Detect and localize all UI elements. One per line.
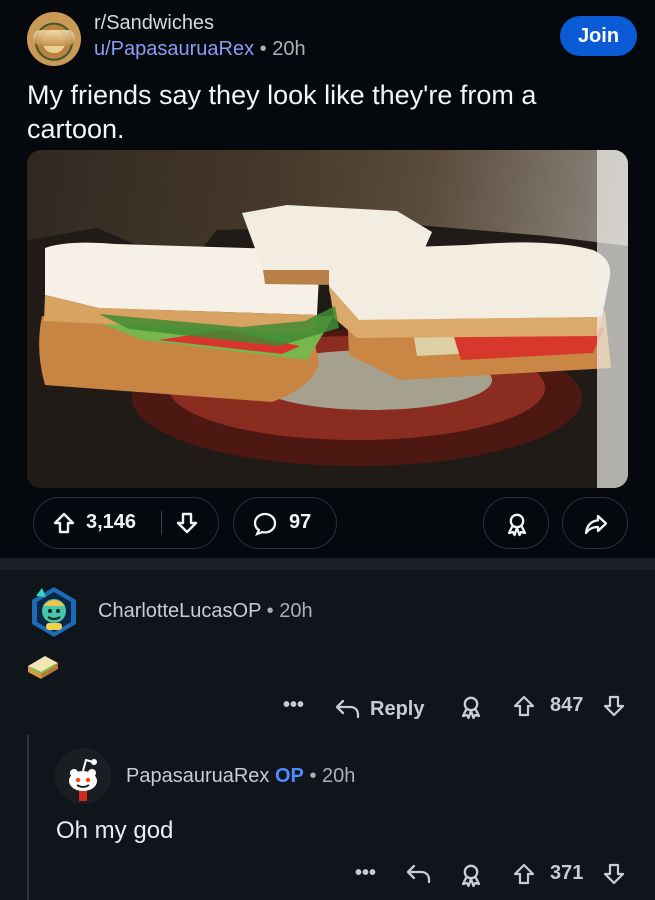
comment-author-papasaurus: PapasauruaRex OP • 20h <box>126 765 355 788</box>
upvote-icon <box>512 694 536 718</box>
downvote-icon <box>602 862 626 886</box>
comment-age: 20h <box>279 600 313 622</box>
join-button[interactable]: Join <box>560 16 637 56</box>
vote-count: 3,146 <box>86 511 137 533</box>
comment-body: Oh my god <box>56 817 174 844</box>
author-separator: • <box>259 38 267 60</box>
comment-pill[interactable]: 97 <box>233 497 337 549</box>
comment-author-name[interactable]: PapasauruaRex <box>126 765 269 787</box>
comment-icon <box>252 511 278 537</box>
subreddit-avatar[interactable] <box>27 12 81 66</box>
sandwich-emoji <box>25 652 61 687</box>
comment-author-charlotte: CharlotteLucasOP • 20h <box>98 600 313 623</box>
post-title[interactable]: My friends say they look like they're fr… <box>27 78 617 146</box>
downvote-icon <box>602 694 626 718</box>
reply-label: Reply <box>370 697 425 720</box>
comment-upvote-button[interactable] <box>512 862 536 892</box>
comment-avatar-papasaurus[interactable] <box>55 748 111 804</box>
comment-score: 847 <box>550 694 584 716</box>
post-image[interactable] <box>27 150 628 488</box>
comment-downvote-button[interactable] <box>602 862 626 892</box>
upvote-icon[interactable] <box>52 511 76 535</box>
upvote-icon <box>512 862 536 886</box>
comment-more-button[interactable]: ••• <box>355 862 376 892</box>
op-badge: OP <box>275 765 304 787</box>
comment-age: 20h <box>322 765 356 787</box>
comment-reply-button[interactable]: Reply <box>334 694 424 724</box>
downvote-icon[interactable] <box>175 511 199 535</box>
comment-author-name[interactable]: CharlotteLucasOP <box>98 600 261 622</box>
share-icon <box>583 511 609 537</box>
post-age: 20h <box>272 38 306 60</box>
comment-award-button[interactable] <box>458 862 484 892</box>
comments-area: CharlotteLucasOP • 20h ••• Reply 847 Pap… <box>0 570 655 900</box>
post-header: r/Sandwiches u/PapasauruaRex • 20h Join <box>27 8 637 68</box>
vote-divider <box>161 511 162 535</box>
comment-separator: • <box>266 600 274 622</box>
comment-downvote-button[interactable] <box>602 694 626 724</box>
comment-more-button[interactable]: ••• <box>283 694 304 724</box>
reply-thread-line <box>27 735 29 900</box>
comment-reply-button[interactable] <box>405 862 433 892</box>
comment-separator: • <box>309 765 317 787</box>
reply-icon <box>334 697 362 721</box>
award-icon <box>458 862 484 888</box>
share-button[interactable] <box>562 497 628 549</box>
comment-avatar-charlotte[interactable] <box>26 584 82 640</box>
award-icon <box>458 694 484 720</box>
comment-award-button[interactable] <box>458 694 484 724</box>
post-author-line: u/PapasauruaRex • 20h <box>94 38 306 61</box>
comment-score: 371 <box>550 862 584 884</box>
comment-count: 97 <box>289 511 312 533</box>
reply-icon <box>405 862 433 886</box>
subreddit-name[interactable]: r/Sandwiches <box>94 12 214 35</box>
award-button[interactable] <box>483 497 549 549</box>
section-separator <box>0 558 655 570</box>
comment-upvote-button[interactable] <box>512 694 536 724</box>
sandwiches-photo <box>27 150 628 488</box>
award-icon <box>504 511 530 537</box>
post-author[interactable]: u/PapasauruaRex <box>94 38 254 60</box>
vote-pill: 3,146 <box>33 497 219 549</box>
